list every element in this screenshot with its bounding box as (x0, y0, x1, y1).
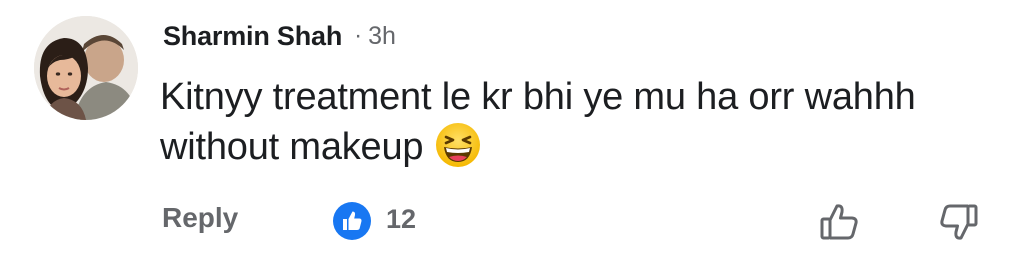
comment-text: Kitnyy treatment le kr bhi ye mu ha orr … (160, 76, 916, 168)
author-name[interactable]: Sharmin Shah (163, 21, 342, 52)
comment-timestamp[interactable]: 3h (368, 22, 396, 51)
thumbs-up-badge-icon[interactable] (333, 202, 371, 240)
grinning-squinting-face-icon (435, 122, 481, 168)
comment-body: Kitnyy treatment le kr bhi ye mu ha orr … (160, 72, 940, 172)
thumbs-down-outline-icon[interactable] (936, 200, 980, 244)
comment-header: Sharmin Shah · 3h (163, 18, 396, 54)
avatar[interactable] (34, 16, 138, 120)
like-count[interactable]: 12 (386, 204, 416, 235)
avatar-photo (34, 16, 138, 120)
separator-dot: · (354, 22, 363, 49)
reply-button[interactable]: Reply (162, 202, 238, 234)
comment: Sharmin Shah · 3h Kitnyy treatment le kr… (0, 0, 1024, 259)
thumbs-up-outline-icon[interactable] (818, 200, 862, 244)
